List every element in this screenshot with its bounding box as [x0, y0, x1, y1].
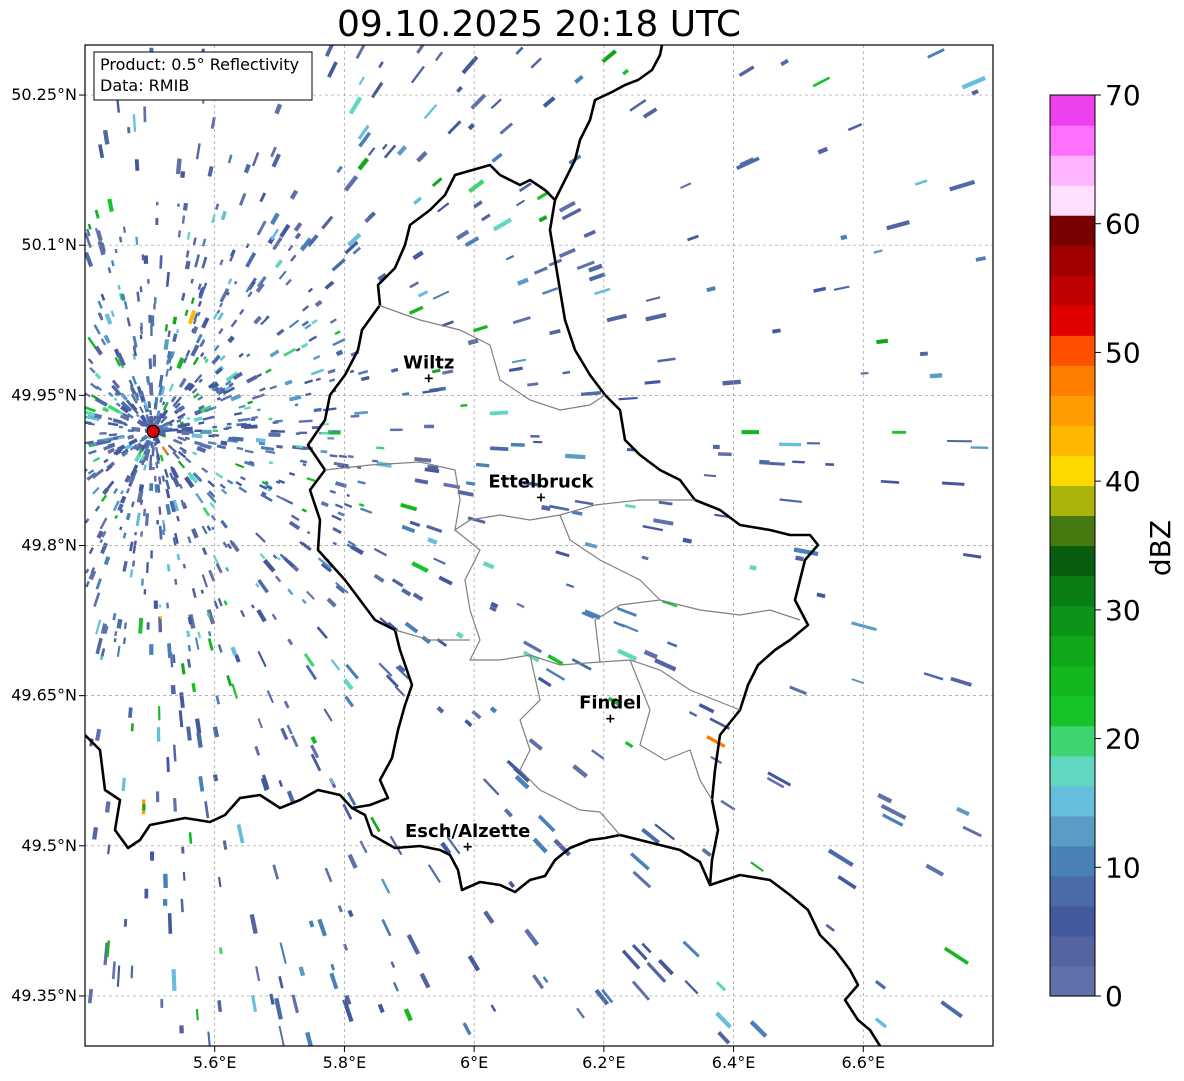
colorbar-swatch — [1050, 905, 1095, 937]
colorbar-swatch — [1050, 875, 1095, 907]
colorbar-swatch — [1050, 485, 1095, 517]
colorbar-swatch — [1050, 455, 1095, 487]
colorbar-swatch — [1050, 695, 1095, 727]
y-tick-label: 49.8°N — [21, 536, 77, 555]
x-tick-label: 6.4°E — [712, 1053, 756, 1072]
colorbar-swatch — [1050, 365, 1095, 396]
colorbar-swatch — [1050, 605, 1095, 637]
colorbar-swatch — [1050, 965, 1095, 997]
city-label: Findel — [579, 693, 642, 714]
colorbar-ticks: 0 10 20 30 40 50 60 70 — [1095, 79, 1141, 1013]
colorbar-label: dBZ — [1144, 520, 1177, 576]
city-label: Wiltz — [403, 352, 454, 373]
colorbar-swatch — [1050, 545, 1095, 577]
info-data-source: Data: RMIB — [100, 76, 189, 95]
colorbar-swatch — [1050, 755, 1095, 787]
colorbar-swatch — [1050, 185, 1095, 216]
colorbar-swatch — [1050, 155, 1095, 186]
colorbar-tick-label: 60 — [1105, 208, 1141, 241]
colorbar-swatch — [1050, 215, 1095, 246]
colorbar-tick-label: 0 — [1105, 980, 1123, 1013]
x-tick-label: 6°E — [460, 1053, 488, 1072]
info-product: Product: 0.5° Reflectivity — [100, 55, 299, 74]
colorbar-swatch — [1050, 815, 1095, 847]
x-tick-label: 5.8°E — [323, 1053, 367, 1072]
y-tick-label: 49.35°N — [11, 986, 77, 1005]
y-tick-label: 49.95°N — [11, 385, 77, 404]
y-tick-label: 49.5°N — [21, 836, 77, 855]
colorbar-swatch — [1050, 785, 1095, 817]
colorbar-swatch — [1050, 935, 1095, 967]
y-tick-label: 50.1°N — [21, 235, 77, 254]
y-tick-label: 49.65°N — [11, 686, 77, 705]
radar-figure: 09.10.2025 20:18 UTC Wiltz Ettelbruck Find… — [0, 0, 1184, 1081]
colorbar: 0 10 20 30 40 50 60 70 dBZ — [1049, 79, 1177, 1013]
x-tick-label: 6.6°E — [842, 1053, 886, 1072]
colorbar-swatches — [1050, 95, 1095, 997]
city-label: Ettelbruck — [488, 471, 594, 492]
map-background — [85, 45, 993, 1046]
colorbar-swatch — [1050, 575, 1095, 607]
colorbar-swatch — [1050, 245, 1095, 276]
colorbar-swatch — [1050, 665, 1095, 697]
radar-site-dot — [146, 424, 160, 438]
colorbar-swatch — [1050, 845, 1095, 877]
colorbar-swatch — [1050, 725, 1095, 757]
x-tick-label: 6.2°E — [582, 1053, 626, 1072]
colorbar-swatch — [1050, 125, 1095, 156]
radar-site-marker — [146, 424, 160, 438]
colorbar-tick-label: 30 — [1105, 594, 1141, 627]
x-tick-label: 5.6°E — [193, 1053, 237, 1072]
colorbar-swatch — [1050, 335, 1095, 366]
colorbar-tick-label: 10 — [1105, 851, 1141, 884]
colorbar-swatch — [1050, 425, 1095, 456]
info-box: Product: 0.5° Reflectivity Data: RMIB — [93, 51, 313, 101]
map-canvas: Wiltz Ettelbruck Findel Esch/Alzette 5.6°E 5… — [11, 44, 1177, 1072]
colorbar-swatch — [1050, 515, 1095, 547]
y-tick-label: 50.25°N — [11, 85, 77, 104]
colorbar-swatch — [1050, 635, 1095, 667]
colorbar-tick-label: 50 — [1105, 336, 1141, 369]
colorbar-tick-label: 20 — [1105, 723, 1141, 756]
city-label: Esch/Alzette — [405, 821, 530, 842]
colorbar-swatch — [1050, 275, 1095, 306]
colorbar-tick-label: 40 — [1105, 465, 1141, 498]
colorbar-swatch — [1050, 95, 1095, 126]
colorbar-tick-label: 70 — [1105, 79, 1141, 112]
colorbar-swatch — [1050, 395, 1095, 426]
colorbar-swatch — [1050, 305, 1095, 336]
